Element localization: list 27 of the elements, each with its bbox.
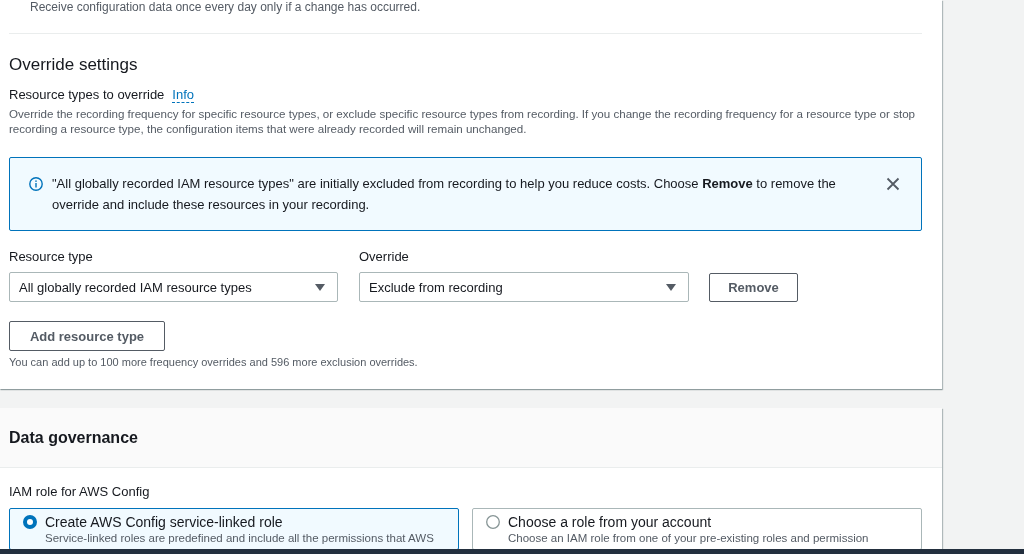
field-description: Override the recording frequency for specific resource types, or exclude specific resource types from recording. If you change the recording frequency for a resource type or stop recording a resource type, the configuration items that were already recorded will remain unchanged. [9, 106, 917, 136]
resource-type-select[interactable]: All globally recorded IAM resource types [9, 272, 338, 302]
option-description: Service-linked roles are predefined and include all the permissions that AWS [45, 531, 435, 545]
column-label: Override [359, 248, 410, 266]
option-label: Choose a role from your account [508, 513, 713, 531]
alert-message: "All globally recorded IAM resource types" are initially excluded from recording to help you reduce costs. Choose Remove to remove the override and include these resources in your recording. [52, 175, 837, 214]
caret-icon [666, 283, 676, 291]
override-select[interactable]: Exclude from recording [359, 272, 689, 302]
info-link[interactable]: Info [172, 87, 195, 103]
option-description: Choose an IAM role from one of your pre-existing roles and permission [508, 531, 870, 545]
add-resource-type-button[interactable]: Add resource type [9, 321, 165, 351]
radio-button[interactable] [486, 515, 500, 529]
remove-button[interactable]: Remove [709, 272, 798, 302]
option-label: Create AWS Config service-linked role [45, 513, 284, 531]
role-option-card[interactable]: Create AWS Config service-linked role Service-linked roles are predefined and include all the permissions that AWS [9, 508, 459, 549]
option-description: Receive configuration data once every day only if a change has occurred. [30, 0, 422, 14]
field-label: Resource types to override [9, 86, 165, 104]
section-title: Override settings [9, 54, 139, 76]
caret-icon [315, 283, 325, 291]
close-icon[interactable] [886, 176, 900, 191]
section-title: Data governance [9, 428, 139, 448]
field-label: IAM role for AWS Config [9, 483, 150, 501]
radio-button[interactable] [23, 515, 37, 529]
info-icon [29, 176, 43, 191]
hint-text: You can add up to 100 more frequency overrides and 596 more exclusion overrides. [9, 355, 419, 369]
column-label: Resource type [9, 248, 94, 266]
role-option-card[interactable]: Choose a role from your account Choose an IAM role from one of your pre-existing roles and permission [472, 508, 922, 549]
